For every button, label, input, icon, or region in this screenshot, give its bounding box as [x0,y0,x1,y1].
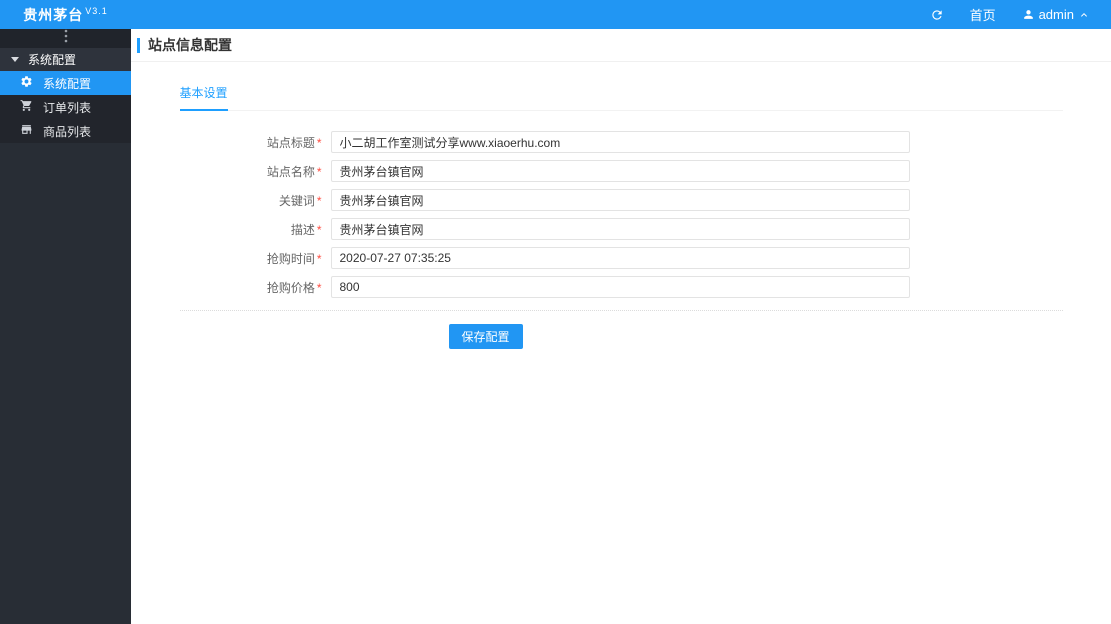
sidebar-submenu: 系统配置 订单列表 商品列表 [0,71,131,143]
gear-icon [20,75,33,91]
site-config-form: 站点标题* 站点名称* 关键词* 描述* 抢购时间* 抢购价格* [180,131,1063,298]
save-config-button[interactable]: 保存配置 [448,324,523,349]
brand-logo[interactable]: 贵州茅台 V3.1 [0,5,131,25]
field-label: 站点名称 [266,164,315,179]
store-icon [20,123,33,139]
form-row: 描述 * [180,218,1063,240]
page-header: 站点信息配置 [131,29,1111,62]
sidebar-collapse-toggle[interactable] [0,29,131,48]
required-asterisk: * [316,164,322,179]
form-row: 抢购时间 * [180,247,1063,269]
topbar-actions: 首页 admin [917,0,1111,29]
home-link[interactable]: 首页 [957,0,1009,29]
field-input-抢购价格[interactable] [330,276,910,298]
caret-down-icon [11,57,19,62]
username: admin [1038,7,1074,22]
cart-icon [20,99,33,115]
user-menu[interactable]: admin [1009,0,1103,29]
sidebar-item-cart[interactable]: 订单列表 [0,95,131,119]
topbar: 贵州茅台 V3.1 首页 admin [0,0,1111,29]
sidebar-item-store[interactable]: 商品列表 [0,119,131,143]
sidebar-item-label: 订单列表 [43,100,92,115]
required-asterisk: * [316,135,322,150]
field-label: 抢购时间 [266,251,315,266]
form-actions: 保存配置 [180,324,1063,349]
form-divider [179,310,1063,311]
form-row: 站点名称 * [180,160,1063,182]
main-content: 站点信息配置 基本设置 站点标题* 站点名称* 关键词* 描述* 抢购时间* 抢… [131,29,1111,624]
required-asterisk: * [316,280,322,295]
form-row: 关键词 * [180,189,1063,211]
vertical-dots-icon [64,29,68,48]
field-label: 站点标题 [266,135,315,150]
field-label: 关键词 [278,193,315,208]
brand-version: V3.1 [85,5,108,16]
refresh-button[interactable] [917,0,957,29]
page-title: 站点信息配置 [148,37,232,53]
settings-card: 基本设置 站点标题* 站点名称* 关键词* 描述* 抢购时间* 抢购价格* 保存… [179,75,1063,349]
field-input-关键词[interactable] [330,189,910,211]
tab-bar: 基本设置 [179,75,1063,111]
tab-basic-settings[interactable]: 基本设置 [179,75,228,111]
brand-name: 贵州茅台 [23,6,84,23]
chevron-up-icon [1078,9,1090,21]
form-row: 站点标题 * [180,131,1063,153]
form-row: 抢购价格 * [180,276,1063,298]
refresh-icon [930,8,944,22]
user-icon [1022,8,1035,21]
required-asterisk: * [316,222,322,237]
field-input-抢购时间[interactable] [330,247,910,269]
required-asterisk: * [316,251,322,266]
field-input-站点名称[interactable] [330,160,910,182]
required-asterisk: * [316,193,322,208]
field-label: 描述 [290,222,315,237]
sidebar-item-label: 商品列表 [43,124,92,139]
field-input-站点标题[interactable] [330,131,910,153]
sidebar: 系统配置 系统配置 订单列表 商品列表 [0,29,131,624]
title-accent-bar [137,37,140,53]
sidebar-group-label: 系统配置 [28,53,77,67]
field-label: 抢购价格 [266,280,315,295]
field-input-描述[interactable] [330,218,910,240]
sidebar-group-system-config[interactable]: 系统配置 [0,48,131,71]
sidebar-item-gear[interactable]: 系统配置 [0,71,131,95]
home-label: 首页 [969,8,996,23]
sidebar-item-label: 系统配置 [43,76,92,91]
